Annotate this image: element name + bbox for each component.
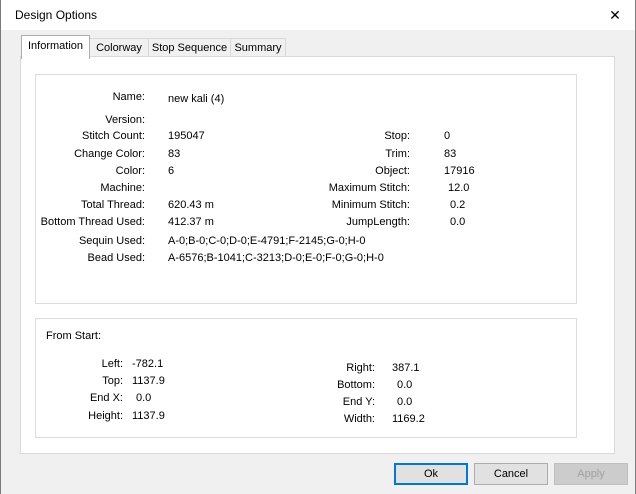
sequin-used-label: Sequin Used: <box>78 235 145 247</box>
min-stitch-label: Minimum Stitch: <box>331 199 410 211</box>
version-label: Version: <box>105 114 145 126</box>
left-value: -782.1 <box>132 358 164 370</box>
information-panel: Name: new kali (4) Version: Stitch Count… <box>20 56 615 454</box>
trim-label: Trim: <box>385 148 410 160</box>
stitch-count-value: 195047 <box>168 130 205 142</box>
jump-length-label: JumpLength: <box>346 216 410 228</box>
dialog-title: Design Options <box>15 8 98 22</box>
name-value: new kali (4) <box>168 93 225 105</box>
tab-stop-sequence[interactable]: Stop Sequence <box>148 38 231 58</box>
object-value: 17916 <box>444 165 475 177</box>
total-thread-label: Total Thread: <box>80 199 145 211</box>
width-label: Width: <box>343 413 375 425</box>
end-y-value: 0.0 <box>397 396 413 408</box>
tab-information[interactable]: Information <box>21 35 90 59</box>
trim-value: 83 <box>444 148 457 160</box>
tab-colorway[interactable]: Colorway <box>89 38 149 58</box>
color-value: 6 <box>168 165 175 177</box>
change-color-label: Change Color: <box>74 148 145 160</box>
total-thread-value: 620.43 m <box>168 199 214 211</box>
bead-used-label: Bead Used: <box>87 252 145 264</box>
stop-value: 0 <box>444 130 451 142</box>
bottom-value: 0.0 <box>397 379 413 391</box>
width-value: 1169.2 <box>392 413 425 425</box>
bottom-thread-label: Bottom Thread Used: <box>40 216 145 228</box>
max-stitch-value: 12.0 <box>448 182 470 194</box>
name-label: Name: <box>112 91 145 103</box>
bottom-thread-value: 412.37 m <box>168 216 214 228</box>
height-value: 1137.9 <box>132 410 165 422</box>
tab-summary[interactable]: Summary <box>230 38 286 58</box>
stitch-count-label: Stitch Count: <box>82 130 145 142</box>
sequin-used-value: A-0;B-0;C-0;D-0;E-4791;F-2145;G-0;H-0 <box>168 235 366 247</box>
right-label: Right: <box>346 362 375 374</box>
top-label: Top: <box>102 375 123 387</box>
cancel-button[interactable]: Cancel <box>474 463 548 485</box>
stop-label: Stop: <box>384 130 410 142</box>
jump-length-value: 0.0 <box>450 216 466 228</box>
design-options-dialog: Design Options ✕ Information Colorway St… <box>0 0 636 494</box>
height-label: Height: <box>88 410 123 422</box>
end-x-label: End X: <box>89 392 123 404</box>
change-color-value: 83 <box>168 148 181 160</box>
end-x-value: 0.0 <box>136 392 152 404</box>
max-stitch-label: Maximum Stitch: <box>328 182 410 194</box>
title-bar: Design Options ✕ <box>1 0 635 30</box>
end-y-label: End Y: <box>342 396 375 408</box>
right-value: 387.1 <box>392 362 420 374</box>
design-info-group: Name: new kali (4) Version: Stitch Count… <box>35 74 577 304</box>
ok-button[interactable]: Ok <box>394 463 468 485</box>
bottom-label: Bottom: <box>337 379 375 391</box>
machine-label: Machine: <box>100 182 145 194</box>
min-stitch-value: 0.2 <box>450 199 466 211</box>
left-label: Left: <box>101 358 123 370</box>
bead-used-value: A-6576;B-1041;C-3213;D-0;E-0;F-0;G-0;H-0 <box>168 252 384 264</box>
top-value: 1137.9 <box>132 375 165 387</box>
object-label: Object: <box>375 165 410 177</box>
color-label: Color: <box>115 165 145 177</box>
close-icon[interactable]: ✕ <box>595 0 635 30</box>
from-start-heading: From Start: <box>46 330 102 342</box>
from-start-group: From Start: Left: -782.1 Top: 1137.9 End… <box>35 318 577 438</box>
apply-button[interactable]: Apply <box>554 463 628 485</box>
